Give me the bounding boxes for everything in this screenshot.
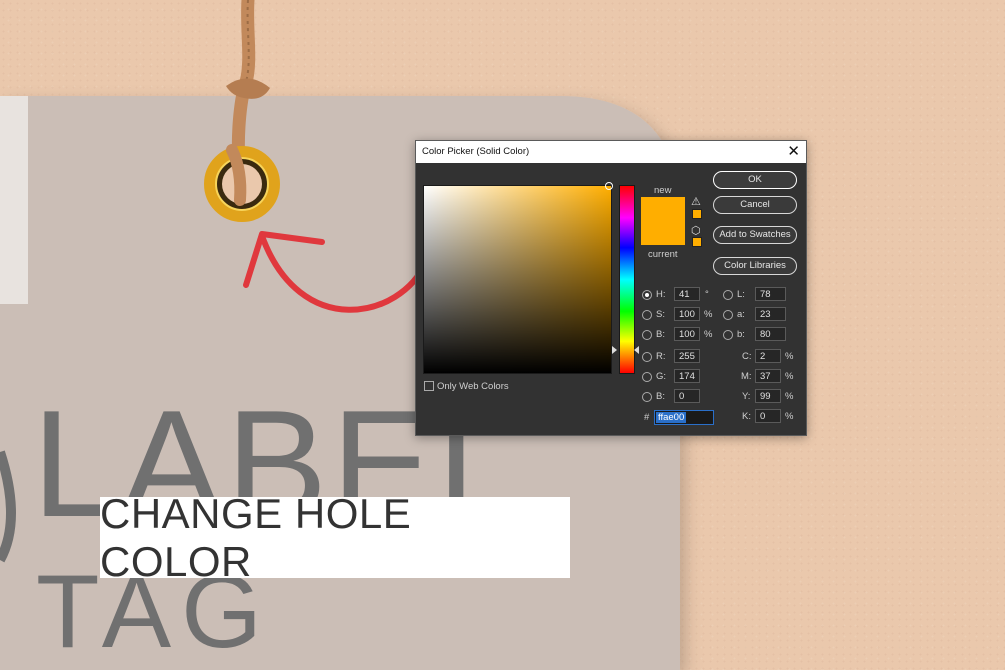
gamut-warning-swatch[interactable] xyxy=(692,209,702,219)
g-label: G: xyxy=(656,371,667,382)
y-unit: % xyxy=(785,391,794,402)
warning-triangle-icon[interactable]: ⚠ xyxy=(691,195,701,208)
only-web-colors-checkbox[interactable] xyxy=(424,381,434,391)
h-label: H: xyxy=(656,289,666,300)
rgb-b-label: B: xyxy=(656,391,665,402)
k-label: K: xyxy=(742,411,751,422)
hsb-b-radio[interactable] xyxy=(642,330,652,340)
c-unit: % xyxy=(785,351,794,362)
y-input[interactable]: 99 xyxy=(755,389,781,403)
k-input[interactable]: 0 xyxy=(755,409,781,423)
r-input[interactable]: 255 xyxy=(674,349,700,363)
hue-slider-left-arrow[interactable] xyxy=(612,346,617,354)
caption-banner: CHANGE HOLE COLOR xyxy=(100,490,570,585)
s-unit: % xyxy=(704,309,713,320)
hsb-b-unit: % xyxy=(704,329,713,340)
s-input[interactable]: 100 xyxy=(674,307,700,321)
color-libraries-button[interactable]: Color Libraries xyxy=(713,257,797,275)
c-label: C: xyxy=(742,351,752,362)
a-input[interactable]: 23 xyxy=(755,307,786,321)
lab-b-label: b: xyxy=(737,329,745,340)
web-safe-swatch[interactable] xyxy=(692,237,702,247)
hex-value: ffae00 xyxy=(656,412,687,423)
r-radio[interactable] xyxy=(642,352,652,362)
caption-text: CHANGE HOLE COLOR xyxy=(100,489,412,585)
new-label: new xyxy=(654,185,672,196)
color-picker-dialog: Color Picker (Solid Color) ✕ new current… xyxy=(415,140,807,436)
cube-icon[interactable]: ⬡ xyxy=(691,224,701,237)
close-icon[interactable]: ✕ xyxy=(787,142,800,162)
current-color-swatch[interactable] xyxy=(641,221,685,245)
s-radio[interactable] xyxy=(642,310,652,320)
string-knot xyxy=(226,78,270,99)
tag-white-strip xyxy=(0,96,28,304)
hsb-b-label: B: xyxy=(656,329,665,340)
hsb-b-input[interactable]: 100 xyxy=(674,327,700,341)
dialog-titlebar: Color Picker (Solid Color) ✕ xyxy=(416,141,806,163)
m-input[interactable]: 37 xyxy=(755,369,781,383)
m-label: M: xyxy=(741,371,752,382)
y-label: Y: xyxy=(742,391,751,402)
current-label: current xyxy=(648,249,678,260)
a-label: a: xyxy=(737,309,745,320)
l-label: L: xyxy=(737,289,745,300)
add-to-swatches-button[interactable]: Add to Swatches xyxy=(713,226,797,244)
hue-slider[interactable] xyxy=(619,185,635,374)
only-web-colors-label: Only Web Colors xyxy=(437,381,509,392)
rgb-b-radio[interactable] xyxy=(642,392,652,402)
hue-slider-right-arrow[interactable] xyxy=(634,346,639,354)
a-radio[interactable] xyxy=(723,310,733,320)
color-field[interactable] xyxy=(423,185,612,374)
h-input[interactable]: 41 xyxy=(674,287,700,301)
g-radio[interactable] xyxy=(642,372,652,382)
l-radio[interactable] xyxy=(723,290,733,300)
k-unit: % xyxy=(785,411,794,422)
c-input[interactable]: 2 xyxy=(755,349,781,363)
lab-b-input[interactable]: 80 xyxy=(755,327,786,341)
m-unit: % xyxy=(785,371,794,382)
h-radio[interactable] xyxy=(642,290,652,300)
lab-b-radio[interactable] xyxy=(723,330,733,340)
color-field-cursor[interactable] xyxy=(605,182,613,190)
cancel-button[interactable]: Cancel xyxy=(713,196,797,214)
g-input[interactable]: 174 xyxy=(674,369,700,383)
l-input[interactable]: 78 xyxy=(755,287,786,301)
s-label: S: xyxy=(656,309,665,320)
h-unit: ° xyxy=(705,289,709,300)
rgb-b-input[interactable]: 0 xyxy=(674,389,700,403)
hex-label: # xyxy=(644,412,650,423)
r-label: R: xyxy=(656,351,666,362)
dialog-title: Color Picker (Solid Color) xyxy=(422,146,530,157)
ok-button[interactable]: OK xyxy=(713,171,797,189)
new-color-swatch xyxy=(641,197,685,221)
hex-input[interactable]: ffae00 xyxy=(654,410,714,425)
